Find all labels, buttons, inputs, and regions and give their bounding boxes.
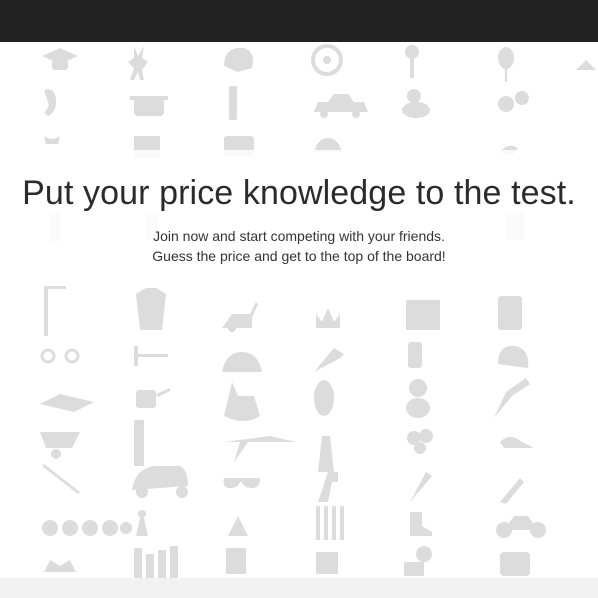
plane-icon bbox=[224, 436, 296, 462]
lawn-mower-icon bbox=[222, 302, 258, 332]
crown-icon bbox=[316, 308, 340, 328]
wheelbarrow-icon bbox=[40, 432, 80, 459]
drill-icon bbox=[318, 472, 338, 502]
pens-icon bbox=[316, 506, 344, 540]
mirror-icon bbox=[314, 380, 334, 416]
chess-pawn-icon bbox=[136, 510, 148, 536]
lighthouse-icon bbox=[318, 436, 334, 472]
bag-icon bbox=[404, 546, 432, 576]
climbing-gear-icon bbox=[44, 560, 76, 572]
vintage-car-icon bbox=[314, 94, 368, 118]
handcuffs-icon bbox=[40, 348, 80, 364]
icon-pattern-background bbox=[0, 42, 598, 578]
skis-icon bbox=[42, 464, 80, 494]
sunglasses-icon bbox=[223, 478, 260, 488]
rubber-duck-icon bbox=[402, 89, 430, 118]
speaker-icon bbox=[498, 296, 522, 330]
knife-block-icon bbox=[406, 300, 440, 330]
bouquet-icon bbox=[410, 472, 432, 502]
pendulum-icon bbox=[134, 420, 144, 466]
spark-plug-icon bbox=[229, 86, 237, 120]
footer-strip bbox=[0, 578, 598, 598]
helmet-icon bbox=[224, 47, 253, 72]
balloon-icon bbox=[498, 47, 514, 82]
motorcycle-icon bbox=[496, 516, 546, 538]
boot-icon bbox=[410, 512, 432, 536]
wheel-icon bbox=[311, 44, 343, 76]
telescope-icon bbox=[494, 378, 530, 418]
bikini-icon bbox=[44, 136, 60, 144]
jacket-icon bbox=[136, 288, 166, 330]
baby-walker-icon bbox=[222, 352, 262, 372]
hero-headline: Put your price knowledge to the test. bbox=[22, 174, 576, 212]
hot-air-balloon-icon bbox=[500, 552, 530, 576]
skate-icon bbox=[500, 478, 524, 504]
snail-icon bbox=[500, 437, 534, 448]
lantern-icon bbox=[408, 342, 422, 368]
cooking-pot-icon bbox=[130, 96, 168, 116]
rocking-chair-icon bbox=[224, 382, 260, 421]
chair-icon bbox=[226, 548, 246, 574]
scooter-icon bbox=[132, 466, 188, 498]
football-helmet-icon bbox=[498, 345, 529, 368]
drafting-lamp-icon bbox=[314, 348, 344, 372]
teddy-bear-icon bbox=[406, 379, 430, 418]
clothes-rack-icon bbox=[44, 286, 66, 336]
watering-can-icon bbox=[136, 388, 170, 408]
lamp-icon bbox=[228, 516, 248, 536]
hearing-aid-icon bbox=[44, 89, 56, 116]
graduation-cap-icon bbox=[42, 48, 78, 70]
bottles-icon bbox=[134, 546, 178, 578]
hero-subtext-line-1: Join now and start competing with your f… bbox=[153, 228, 445, 244]
key-icon bbox=[405, 45, 419, 78]
wheels-icon bbox=[498, 91, 529, 112]
top-navbar bbox=[0, 0, 598, 42]
bed-icon bbox=[40, 394, 94, 412]
deer-icon bbox=[128, 46, 148, 80]
ring-set-icon bbox=[42, 520, 132, 536]
corkscrew-icon bbox=[134, 346, 168, 366]
pills-icon bbox=[316, 552, 338, 574]
hanger-icon bbox=[576, 60, 596, 70]
hero-subtext-line-2: Guess the price and get to the top of th… bbox=[152, 248, 446, 264]
balloons-icon bbox=[407, 429, 433, 454]
